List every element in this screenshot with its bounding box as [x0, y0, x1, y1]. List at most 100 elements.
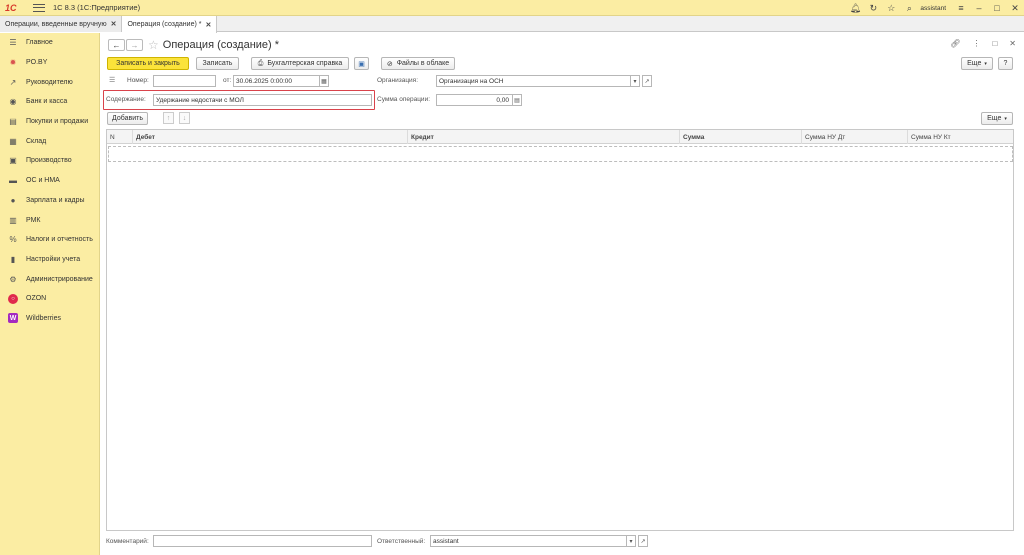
- sidebar-item-label: OZON: [26, 295, 47, 303]
- sidebar-item-manager[interactable]: ↗ Руководителю: [0, 72, 99, 92]
- cart-icon: ▤: [9, 117, 17, 127]
- sun-icon: ✹: [9, 58, 17, 68]
- dropdown-icon[interactable]: ▾: [626, 535, 636, 547]
- move-down-icon[interactable]: ↓: [179, 112, 190, 124]
- close-tab-icon[interactable]: ✕: [111, 20, 117, 28]
- more-actions-icon[interactable]: ⋮: [972, 39, 980, 48]
- comment-label: Комментарий:: [106, 538, 149, 545]
- number-icon: ☰: [109, 77, 116, 84]
- factory-icon: ▣: [9, 156, 17, 166]
- print-icon: ⎙: [257, 59, 264, 67]
- list-icon: ☰: [9, 38, 17, 48]
- column-header-n[interactable]: N: [107, 130, 133, 144]
- chevron-down-icon: ▾: [984, 60, 987, 67]
- column-header-tax-credit[interactable]: Сумма НУ Кт: [908, 130, 1013, 144]
- structure-button[interactable]: ▣: [354, 57, 369, 70]
- register-icon: ▥: [9, 215, 17, 225]
- responsible-field[interactable]: assistant: [430, 535, 627, 547]
- column-header-tax-debit[interactable]: Сумма НУ Дт: [802, 130, 908, 144]
- entries-table[interactable]: N Дебет Кредит Сумма Сумма НУ Дт Сумма Н…: [106, 129, 1014, 531]
- search-icon[interactable]: ⌕: [900, 0, 918, 16]
- sidebar-item-label: Главное: [26, 39, 53, 47]
- wildberries-icon: W: [8, 313, 18, 324]
- forward-button[interactable]: →: [126, 39, 143, 51]
- save-and-close-button[interactable]: Записать и закрыть: [107, 57, 189, 70]
- warehouse-icon: ▦: [9, 136, 17, 146]
- minimize-icon[interactable]: –: [970, 0, 988, 16]
- tab-operation-create[interactable]: Операция (создание) * ✕: [122, 16, 218, 33]
- menu-icon[interactable]: ≡: [952, 0, 970, 16]
- open-link-icon[interactable]: ↗: [638, 535, 648, 547]
- sidebar-item-salary[interactable]: ● Зарплата и кадры: [0, 191, 99, 211]
- chevron-down-icon: ▾: [1004, 115, 1007, 122]
- calendar-icon[interactable]: ▦: [319, 75, 329, 87]
- table-more-button[interactable]: Еще ▾: [981, 112, 1013, 125]
- app-logo: 1С: [5, 2, 17, 13]
- close-form-icon[interactable]: ✕: [1009, 39, 1016, 48]
- ozon-icon: ○: [8, 293, 18, 304]
- sidebar-item-settings[interactable]: ▮ Настройки учета: [0, 250, 99, 270]
- organization-field[interactable]: Организация на ОСН: [436, 75, 631, 87]
- amount-field[interactable]: 0,00: [436, 94, 513, 106]
- amount-label: Сумма операции:: [377, 96, 430, 103]
- close-tab-icon[interactable]: ✕: [205, 21, 211, 29]
- date-field[interactable]: 30.06.2025 0:00:00: [233, 75, 320, 87]
- tab-manual-operations[interactable]: Операции, введенные вручную ✕: [0, 16, 123, 32]
- sidebar-item-ozon[interactable]: ○ OZON: [0, 289, 99, 309]
- move-up-icon[interactable]: ↑: [163, 112, 174, 124]
- sidebar-item-production[interactable]: ▣ Производство: [0, 151, 99, 171]
- restore-icon[interactable]: □: [988, 0, 1006, 16]
- main-menu-icon[interactable]: [33, 3, 45, 13]
- person-icon: ●: [10, 195, 16, 205]
- favorite-star-icon[interactable]: ☆: [148, 38, 159, 52]
- button-label: Файлы в облаке: [396, 60, 450, 67]
- save-button[interactable]: Записать: [196, 57, 239, 70]
- sidebar-item-label: Банк и касса: [26, 98, 68, 106]
- cloud-files-button[interactable]: ⊘ Файлы в облаке: [381, 57, 455, 70]
- sidebar-item-wildberries[interactable]: W Wildberries: [0, 309, 99, 329]
- sidebar-item-taxes[interactable]: % Налоги и отчетность: [0, 230, 99, 250]
- maximize-icon[interactable]: □: [992, 39, 997, 48]
- number-field[interactable]: [153, 75, 216, 87]
- comment-field[interactable]: [153, 535, 372, 547]
- sidebar-item-bank[interactable]: ◉ Банк и касса: [0, 92, 99, 112]
- table-row[interactable]: [108, 146, 1013, 162]
- column-header-debit[interactable]: Дебет: [133, 130, 408, 144]
- content-field[interactable]: Удержание недостачи с МОЛ: [153, 94, 372, 106]
- sidebar-item-label: Покупки и продажи: [26, 118, 89, 126]
- question-icon: ?: [1003, 60, 1008, 67]
- sidebar-item-warehouse[interactable]: ▦ Склад: [0, 131, 99, 151]
- button-label: Еще: [967, 60, 982, 67]
- bell-icon[interactable]: 🔔︎: [846, 0, 864, 16]
- organization-label: Организация:: [377, 77, 419, 84]
- sidebar-item-main[interactable]: ☰ Главное: [0, 33, 99, 53]
- open-link-icon[interactable]: ↗: [642, 75, 652, 87]
- sidebar: ☰ Главное ✹ PO.BY ↗ Руководителю ◉ Банк и ка…: [0, 33, 100, 555]
- link-icon[interactable]: 🔗︎: [950, 39, 960, 48]
- sidebar-item-poby[interactable]: ✹ PO.BY: [0, 53, 99, 73]
- truck-icon: ▬: [9, 176, 17, 186]
- current-user[interactable]: assistant: [920, 5, 946, 12]
- add-row-button[interactable]: Добавить: [107, 112, 148, 125]
- more-button[interactable]: Еще ▾: [961, 57, 993, 70]
- calculator-icon[interactable]: ▤: [512, 94, 522, 106]
- dropdown-icon[interactable]: ▾: [630, 75, 640, 87]
- form-header-actions: 🔗︎ ⋮ □ ✕: [950, 39, 1016, 48]
- star-icon[interactable]: ☆: [882, 0, 900, 16]
- column-header-credit[interactable]: Кредит: [408, 130, 680, 144]
- sidebar-item-label: ОС и НМА: [26, 177, 60, 185]
- back-button[interactable]: ←: [108, 39, 125, 51]
- date-label: от:: [223, 77, 232, 84]
- sidebar-item-purchases[interactable]: ▤ Покупки и продажи: [0, 112, 99, 132]
- sidebar-item-admin[interactable]: ⚙ Администрирование: [0, 269, 99, 289]
- accounting-reference-button[interactable]: ⎙ Бухгалтерская справка: [251, 57, 349, 70]
- help-button[interactable]: ?: [998, 57, 1013, 70]
- content-label: Содержание:: [106, 96, 146, 103]
- close-icon[interactable]: ✕: [1006, 0, 1024, 16]
- sidebar-item-assets[interactable]: ▬ ОС и НМА: [0, 171, 99, 191]
- history-icon[interactable]: ↻: [864, 0, 882, 16]
- sidebar-item-rmk[interactable]: ▥ РМК: [0, 210, 99, 230]
- open-windows-tabs: Операции, введенные вручную ✕ Операция (…: [0, 16, 1024, 33]
- percent-icon: %: [9, 235, 17, 245]
- column-header-amount[interactable]: Сумма: [680, 130, 802, 144]
